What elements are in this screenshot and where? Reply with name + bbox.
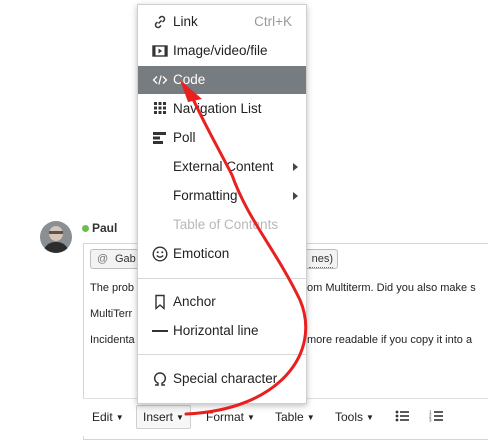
annotation-arrow — [180, 80, 308, 416]
